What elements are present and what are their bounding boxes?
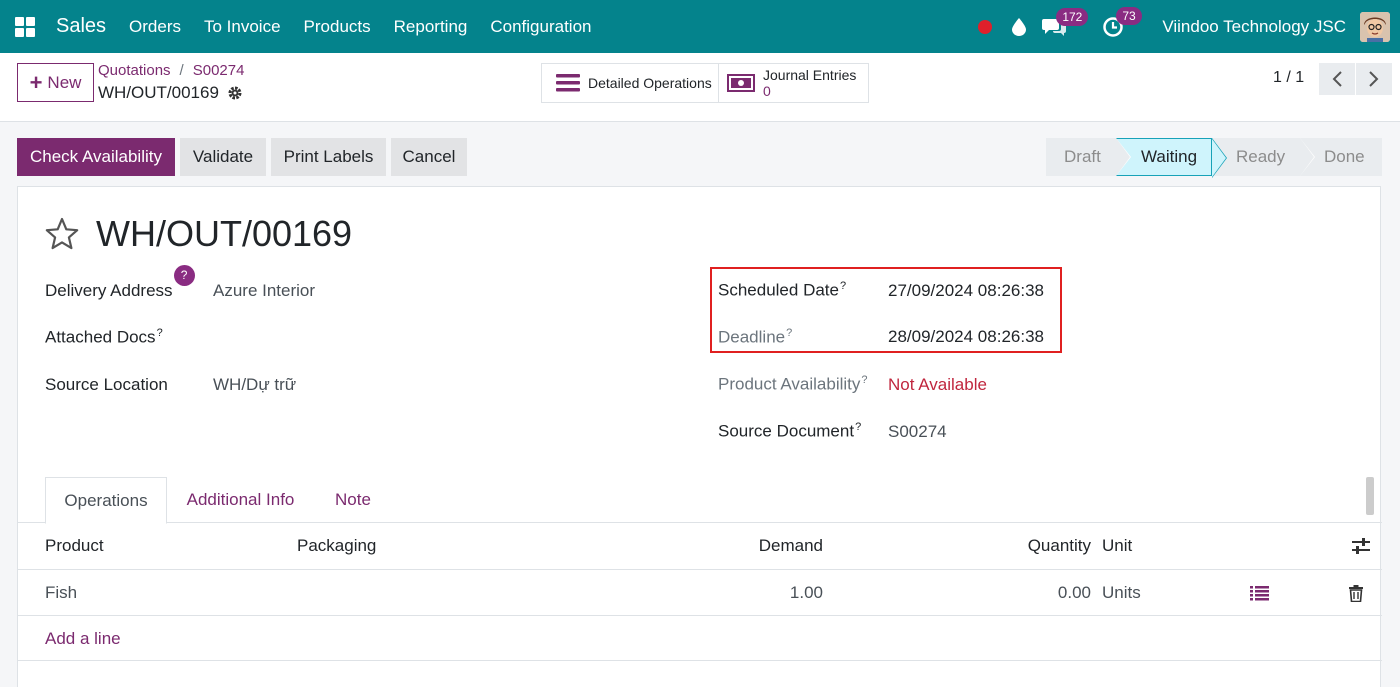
- add-line-row: Add a line: [18, 616, 1382, 661]
- source-document-field[interactable]: S00274: [888, 422, 947, 442]
- navbar-systray: 172 73 Viindoo Technology JSC: [978, 0, 1400, 53]
- chat-count-badge: 172: [1056, 7, 1089, 26]
- journal-entries-button[interactable]: Journal Entries 0: [718, 63, 869, 103]
- add-line-link[interactable]: Add a line: [45, 616, 121, 661]
- row-unit[interactable]: Units: [1102, 570, 1141, 616]
- form-sheet: WH/OUT/00169 Delivery Address? Azure Int…: [17, 186, 1382, 687]
- notebook-tabs: Operations Additional Info Note: [18, 477, 1382, 524]
- detailed-operations-button[interactable]: Detailed Operations: [541, 63, 719, 103]
- tab-operations[interactable]: Operations: [45, 477, 167, 524]
- chat-icon[interactable]: 172: [1042, 7, 1089, 37]
- table-row[interactable]: Fish 1.00 0.00 Units: [18, 570, 1382, 616]
- tab-additional-info[interactable]: Additional Info: [168, 477, 313, 523]
- pager-value[interactable]: 1 / 1: [1273, 69, 1304, 87]
- breadcrumb-separator: /: [179, 62, 184, 79]
- scrollbar-thumb[interactable]: [1366, 477, 1374, 515]
- record-title: WH/OUT/00169: [96, 213, 353, 254]
- activity-clock-icon[interactable]: 73: [1102, 6, 1142, 38]
- new-button[interactable]: + New: [17, 63, 94, 102]
- column-packaging[interactable]: Packaging: [297, 523, 376, 569]
- pager-previous-button[interactable]: [1319, 63, 1355, 95]
- row-demand[interactable]: 1.00: [718, 570, 823, 616]
- breadcrumb: Quotations / S00274: [98, 62, 244, 79]
- attached-docs-label: Attached Docs?: [45, 327, 163, 347]
- source-document-label: Source Document?: [718, 421, 862, 441]
- product-availability-label: Product Availability?: [718, 374, 868, 394]
- action-bar: Check Availability Validate Print Labels…: [0, 122, 1400, 186]
- product-availability-status: Not Available: [888, 375, 987, 394]
- help-icon[interactable]: ?: [173, 265, 195, 286]
- row-product[interactable]: Fish: [45, 570, 77, 616]
- breadcrumb-quotations[interactable]: Quotations: [98, 62, 171, 79]
- source-location-label: Source Location: [45, 375, 168, 394]
- status-bar: Draft Waiting Ready Done: [1046, 138, 1382, 178]
- stage-draft[interactable]: Draft: [1046, 138, 1131, 176]
- menu-configuration[interactable]: Configuration: [490, 17, 591, 37]
- gear-icon[interactable]: [227, 85, 243, 101]
- journal-entries-label: Journal Entries: [763, 67, 857, 83]
- column-demand[interactable]: Demand: [718, 523, 823, 569]
- validate-button[interactable]: Validate: [180, 138, 266, 176]
- apps-menu-icon[interactable]: [15, 16, 35, 37]
- plus-icon: +: [29, 69, 43, 95]
- menu-products[interactable]: Products: [304, 17, 371, 37]
- star-icon[interactable]: [45, 217, 79, 251]
- menu-orders[interactable]: Orders: [129, 17, 181, 37]
- column-product[interactable]: Product: [45, 523, 104, 569]
- help-tooltip-icon[interactable]: ?: [861, 374, 867, 386]
- record-status-icon[interactable]: [978, 19, 993, 34]
- cancel-button[interactable]: Cancel: [391, 138, 467, 176]
- delivery-address-label: Delivery Address?: [45, 265, 195, 302]
- trash-icon[interactable]: [1349, 570, 1363, 616]
- company-switcher[interactable]: Viindoo Technology JSC: [1162, 17, 1346, 37]
- check-availability-button[interactable]: Check Availability: [17, 138, 175, 176]
- column-unit[interactable]: Unit: [1102, 523, 1132, 569]
- money-bill-icon: [727, 74, 755, 92]
- pager-next-button[interactable]: [1356, 63, 1392, 95]
- drop-icon[interactable]: [1012, 17, 1027, 36]
- chevron-left-icon: [1332, 71, 1342, 87]
- source-location-field[interactable]: WH/Dự trữ: [213, 375, 296, 395]
- menu-to-invoice[interactable]: To Invoice: [204, 17, 281, 37]
- menu-reporting[interactable]: Reporting: [394, 17, 468, 37]
- help-tooltip-icon[interactable]: ?: [855, 421, 861, 433]
- journal-entries-count: 0: [763, 83, 771, 99]
- column-settings-icon[interactable]: [1351, 523, 1371, 569]
- row-quantity[interactable]: 0.00: [968, 570, 1091, 616]
- delivery-address-field[interactable]: Azure Interior: [213, 281, 315, 301]
- breadcrumb-order[interactable]: S00274: [193, 62, 245, 79]
- user-avatar[interactable]: [1360, 11, 1390, 42]
- print-labels-button[interactable]: Print Labels: [271, 138, 386, 176]
- highlight-box: [710, 267, 1062, 353]
- operations-table-header: Product Packaging Demand Quantity Unit: [18, 523, 1382, 570]
- tab-note[interactable]: Note: [318, 477, 388, 523]
- column-quantity[interactable]: Quantity: [968, 523, 1091, 569]
- chevron-right-icon: [1369, 71, 1379, 87]
- control-panel: + New Quotations / S00274 WH/OUT/00169 Deta…: [0, 53, 1400, 122]
- detailed-list-icon[interactable]: [1250, 570, 1269, 616]
- top-navbar: Sales Orders To Invoice Products Reporti…: [0, 0, 1400, 53]
- list-bars-icon: [556, 74, 580, 92]
- activity-count-badge: 73: [1116, 6, 1142, 25]
- app-brand[interactable]: Sales: [56, 15, 106, 38]
- help-tooltip-icon[interactable]: ?: [157, 327, 163, 339]
- record-name: WH/OUT/00169: [98, 83, 243, 103]
